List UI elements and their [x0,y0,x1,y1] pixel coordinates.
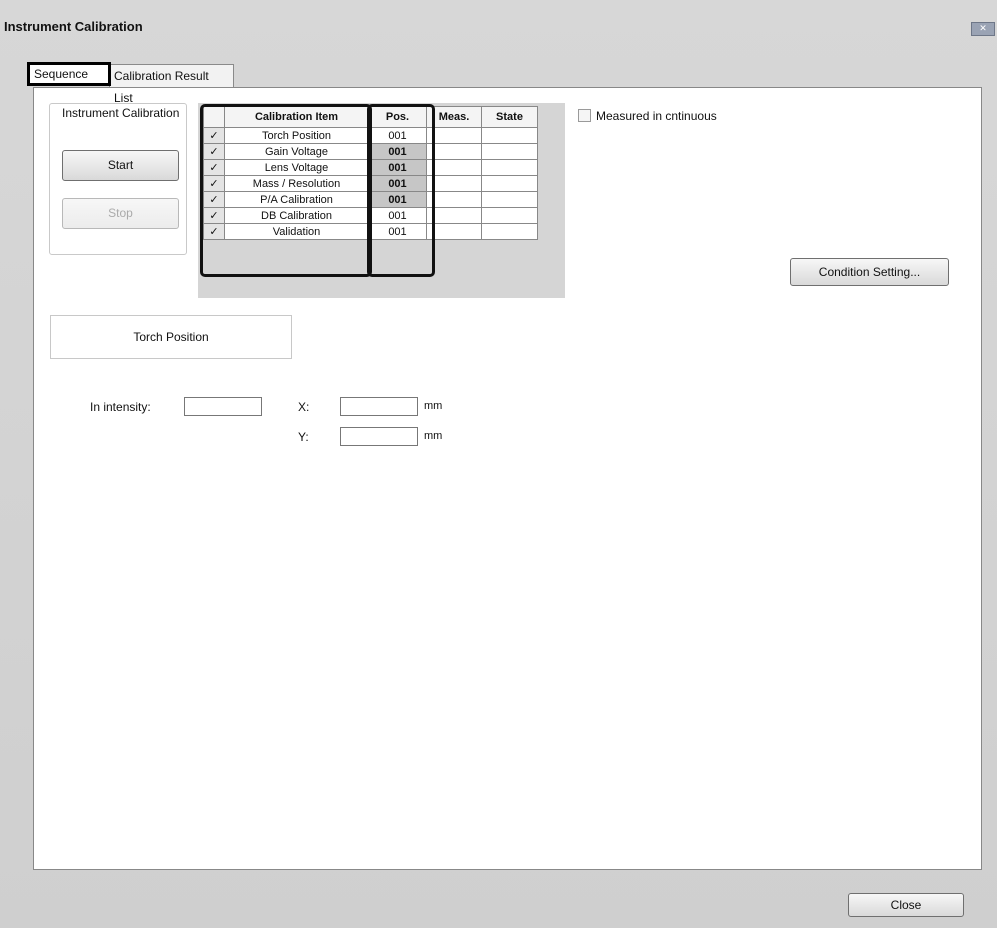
continuous-label: Measured in cntinuous [596,108,717,123]
intensity-label: In intensity: [90,400,151,414]
y-label: Y: [298,430,309,444]
stop-button[interactable]: Stop [62,198,179,229]
start-button[interactable]: Start [62,150,179,181]
x-unit: mm [424,400,443,412]
state-cell [481,127,538,144]
title-bar: Instrument Calibration ✕ [0,0,997,36]
calibration-item-highlight [200,104,372,277]
y-field[interactable] [340,427,418,446]
state-cell [481,207,538,224]
intensity-field[interactable] [184,397,262,416]
continuous-checkbox[interactable] [578,109,591,123]
close-button[interactable]: Close [848,893,964,917]
state-cell [481,159,538,176]
x-field[interactable] [340,397,418,416]
state-header[interactable]: State [481,106,538,128]
pos-column-highlight [367,104,435,277]
tab-sequence[interactable]: Sequence [27,62,111,86]
state-cell [481,175,538,192]
state-cell [481,191,538,208]
torch-position-title: Torch Position [50,315,292,359]
tab-calibration-result-list[interactable]: Calibration Result List [109,64,234,105]
state-cell [481,223,538,240]
instrument-calibration-window: Instrument Calibration ✕ Sequence Calibr… [0,0,997,928]
state-cell [481,143,538,160]
y-unit: mm [424,430,443,442]
close-icon[interactable]: ✕ [971,22,995,36]
window-title: Instrument Calibration [4,19,143,34]
condition-setting-button[interactable]: Condition Setting... [790,258,949,286]
x-label: X: [298,400,310,414]
continuous-checkbox-row[interactable]: Measured in cntinuous [578,108,717,123]
